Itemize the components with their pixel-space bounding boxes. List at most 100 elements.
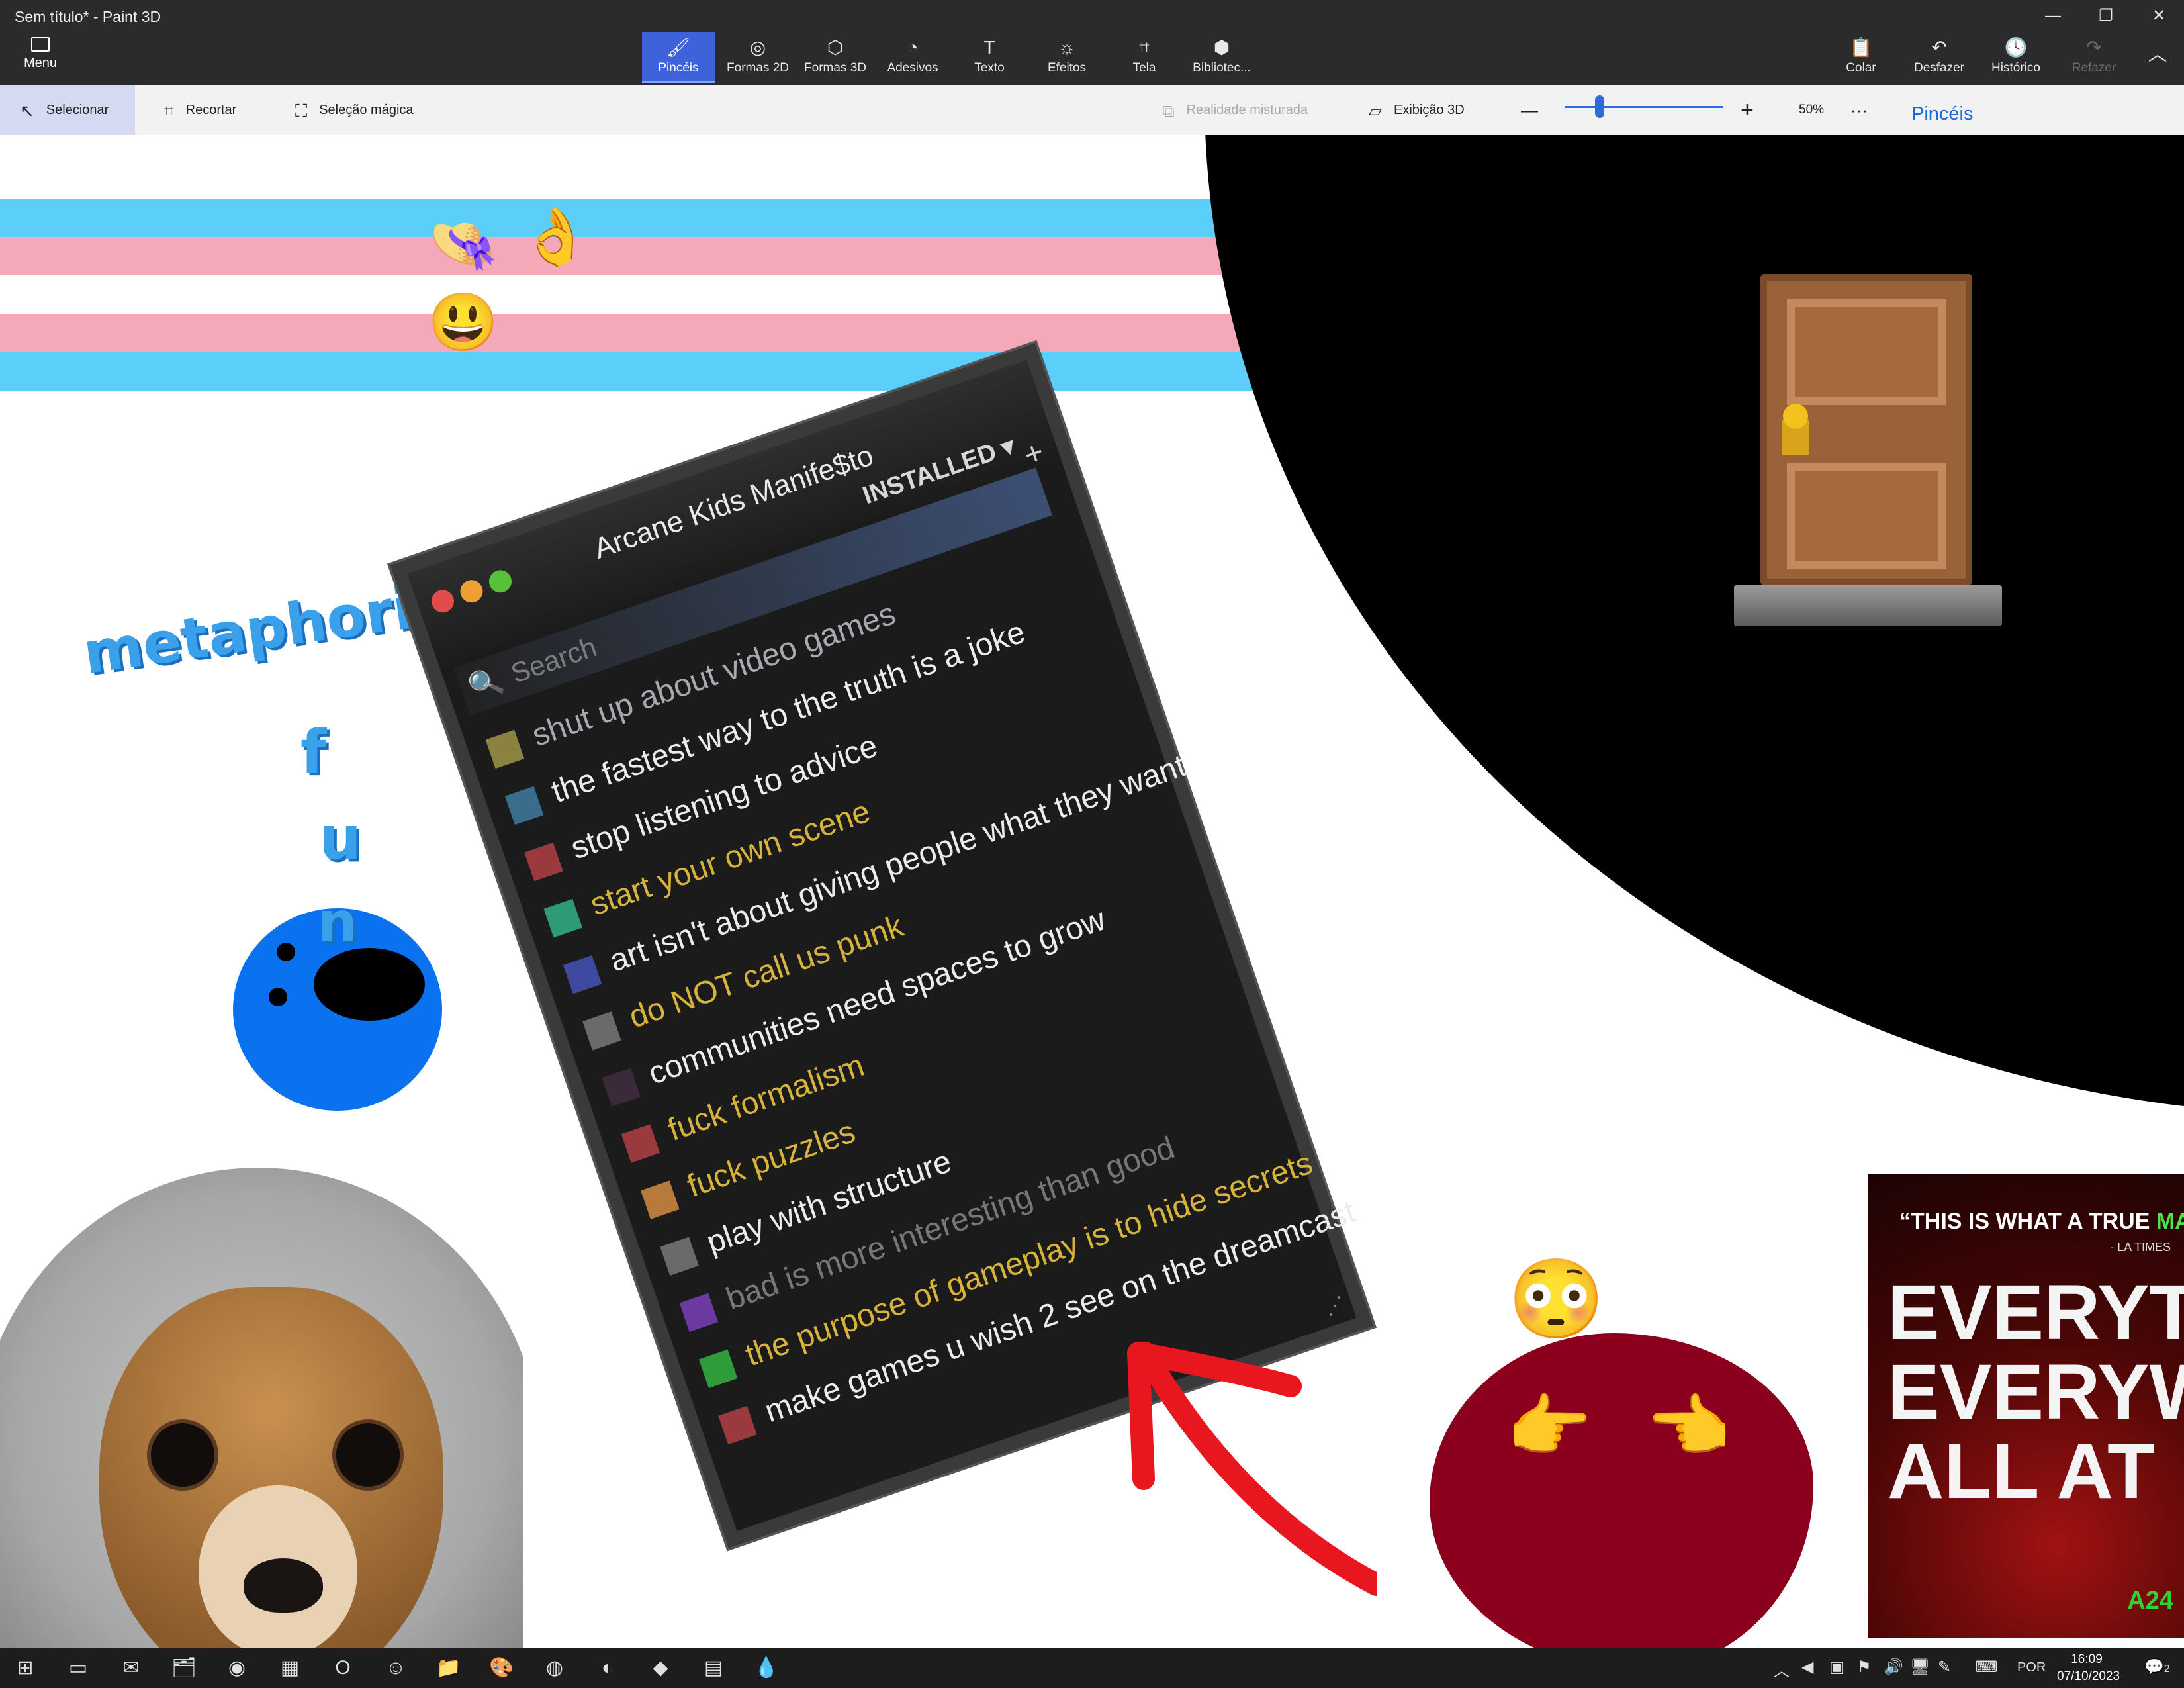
paste-button[interactable]: 📋 Colar	[1828, 34, 1894, 75]
window-title: Sem título* - Paint 3D	[15, 8, 161, 25]
item-color-square	[698, 1349, 738, 1389]
task-view-icon[interactable]: ▭	[60, 1652, 97, 1684]
item-color-square	[660, 1237, 699, 1276]
menu-button[interactable]: Menu	[20, 37, 61, 71]
tool-label: Tela	[1132, 61, 1156, 75]
pen-icon[interactable]: ✎	[1938, 1658, 1951, 1677]
notification-center-icon[interactable]: 💬2	[2144, 1658, 2170, 1677]
history-icon: 🕓	[2004, 37, 2028, 58]
resize-grip-icon[interactable]: ⋰	[1322, 1291, 1348, 1320]
zoom-level[interactable]: 50%	[1799, 85, 1824, 135]
tool-stickers[interactable]: ◔ Adesivos	[876, 32, 949, 83]
winrar-icon[interactable]: ▤	[695, 1652, 732, 1684]
mixed-reality-label: Realidade misturada	[1186, 103, 1308, 117]
point-right-icon: 👉	[1506, 1389, 1592, 1466]
system-clock[interactable]: 16:09 07/10/2023	[2057, 1651, 2120, 1685]
restore-button[interactable]: ❐	[2079, 4, 2132, 28]
history-button[interactable]: 🕓 Histórico	[1983, 34, 2049, 75]
item-color-square	[679, 1293, 719, 1333]
library-icon: ⬢	[1213, 37, 1230, 58]
tray-app-icon[interactable]: ◀	[1801, 1658, 1813, 1677]
volume-icon[interactable]: 🔊	[1884, 1658, 1903, 1677]
clock-time: 16:09	[2071, 1652, 2103, 1666]
tool-label: Adesivos	[887, 61, 938, 75]
item-color-square	[602, 1068, 641, 1107]
brush-icon: 🖌	[666, 37, 690, 58]
magic-select-label: Seleção mágica	[319, 103, 414, 117]
clock-date: 07/10/2023	[2057, 1669, 2120, 1683]
tool-label: Bibliotec...	[1193, 61, 1251, 75]
minimize-light-icon[interactable]	[457, 577, 486, 606]
paint3d-icon[interactable]: 💧	[748, 1652, 785, 1684]
mail-icon[interactable]: ✉	[113, 1652, 150, 1684]
tool-label: Pincéis	[658, 61, 699, 75]
tool-label: Efeitos	[1047, 61, 1087, 75]
zoom-slider-thumb[interactable]	[1595, 95, 1604, 118]
opera-icon[interactable]: O	[324, 1652, 361, 1684]
tool-brushes[interactable]: 🖌 Pincéis	[642, 32, 715, 83]
redo-label: Refazer	[2071, 61, 2116, 75]
discord-icon[interactable]: ☺	[377, 1652, 414, 1684]
redo-button[interactable]: ↷ Refazer	[2061, 34, 2127, 75]
tool-shapes-2d[interactable]: ◎ Formas 2D	[721, 32, 794, 83]
more-options-button[interactable]: ···	[1850, 85, 1868, 135]
tray-monitor-icon[interactable]: ▣	[1829, 1658, 1844, 1677]
tray-expand-icon[interactable]: ︿	[1774, 1658, 1790, 1681]
flag-stripe-blue-bottom	[0, 352, 1284, 391]
paint-icon[interactable]: 🎨	[483, 1652, 520, 1684]
tool-canvas[interactable]: ⌗ Tela	[1108, 32, 1181, 83]
folder-icon[interactable]: 📁	[430, 1652, 467, 1684]
handwriting-f: f	[300, 718, 327, 787]
tool-shapes-3d[interactable]: ⬡ Formas 3D	[799, 32, 872, 83]
view-3d-button[interactable]: ▱ Exibição 3D	[1369, 85, 1465, 135]
search-placeholder: Search	[506, 631, 601, 689]
item-color-square	[504, 786, 544, 825]
menu-icon	[31, 37, 50, 52]
flag-stripe-pink-bottom	[0, 314, 1271, 352]
undo-icon: ↶	[1931, 37, 1947, 58]
select-button[interactable]: ↖ Selecionar	[0, 85, 136, 135]
crop-button[interactable]: ⌗ Recortar	[164, 85, 236, 135]
handwriting-n: n	[318, 890, 357, 955]
photos-icon[interactable]: ▦	[271, 1652, 308, 1684]
tool-effects[interactable]: ☼ Efeitos	[1030, 32, 1103, 83]
app-icon[interactable]: ◆	[642, 1652, 679, 1684]
zoom-in-button[interactable]: +	[1741, 85, 1754, 135]
windows-start-icon[interactable]: ⊞	[7, 1652, 44, 1684]
undo-button[interactable]: ↶ Desfazer	[1906, 34, 1972, 75]
keyboard-icon[interactable]: ⌨	[1975, 1658, 1998, 1677]
tray-nvidia-icon[interactable]: ⚑	[1857, 1658, 1872, 1677]
files-icon[interactable]: 🗂	[165, 1652, 203, 1684]
network-icon[interactable]: 🖥	[1910, 1658, 1930, 1677]
tool-text[interactable]: T Texto	[953, 32, 1026, 83]
door-step	[1734, 585, 2002, 626]
cube-icon: ⬡	[827, 37, 844, 58]
minimize-button[interactable]: —	[2026, 4, 2079, 28]
zoom-out-button[interactable]: —	[1521, 85, 1538, 135]
tool-library[interactable]: ⬢ Bibliotec...	[1185, 32, 1258, 83]
poster-quote: “THIS IS WHAT A TRUE MAST	[1899, 1209, 2184, 1235]
close-button[interactable]: ✕	[2132, 4, 2184, 28]
title-bar: Sem título* - Paint 3D — ❐ ✕ Menu 🖌 Pinc…	[0, 0, 2184, 85]
dog-photo	[0, 1141, 523, 1648]
maximize-light-icon[interactable]	[486, 567, 515, 596]
shapes-2d-icon: ◎	[749, 37, 766, 58]
canvas-icon: ⌗	[1139, 37, 1150, 58]
poster-line-3: ALL AT	[1888, 1428, 2156, 1515]
collapse-ribbon-button[interactable]: ︿	[2131, 41, 2184, 68]
effects-icon: ☼	[1058, 37, 1075, 58]
close-light-icon[interactable]	[428, 586, 457, 616]
zoom-slider-track[interactable]	[1565, 106, 1723, 108]
input-language[interactable]: POR	[2017, 1660, 2046, 1675]
drawing-canvas[interactable]: 👒 👌 😃 metaphorically f u n Arcane Kids M…	[0, 135, 2184, 1648]
smile-icon: 😃	[428, 291, 499, 354]
mixed-reality-button[interactable]: ⧉ Realidade misturada	[1162, 85, 1308, 135]
github-icon[interactable]: ◐	[589, 1652, 626, 1684]
steam-icon[interactable]: ◉	[218, 1652, 255, 1684]
quote-highlight: MAST	[2156, 1209, 2184, 1234]
magic-select-button[interactable]: ⛶ Seleção mágica	[295, 85, 414, 135]
handwriting-u: u	[319, 804, 362, 873]
item-color-square	[543, 898, 583, 938]
firefox-icon[interactable]: ◍	[536, 1652, 573, 1684]
movie-poster-image: “THIS IS WHAT A TRUE MAST - LA TIMES EVE…	[1868, 1174, 2184, 1638]
